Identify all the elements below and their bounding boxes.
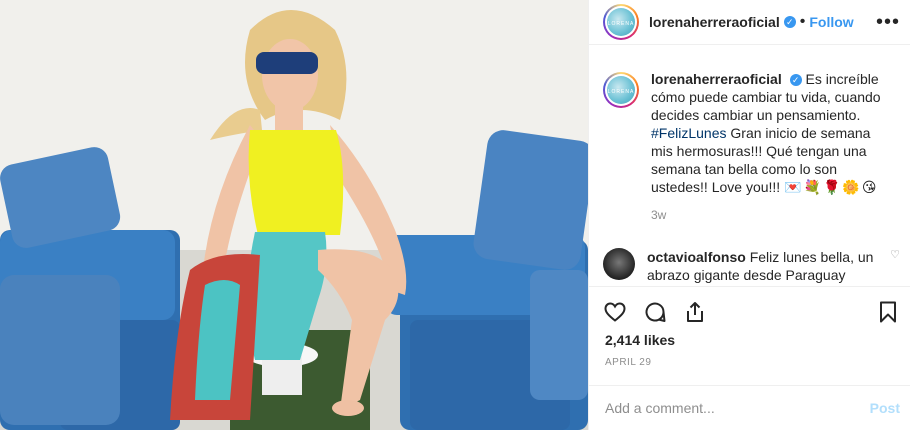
hashtag-link[interactable]: #FelizLunes [651, 125, 727, 141]
bookmark-icon[interactable] [876, 300, 900, 324]
commenter-avatar[interactable] [603, 248, 635, 280]
post-header: LORENA lorenaherreraoficial ✓ • Follow •… [589, 0, 910, 45]
author-avatar[interactable]: LORENA [603, 4, 639, 40]
post-photo[interactable] [0, 0, 588, 430]
more-options-icon[interactable]: ••• [876, 11, 900, 34]
commenter-username[interactable]: octavioalfonso [647, 249, 746, 265]
post-date[interactable]: APRIL 29 [605, 357, 651, 368]
follow-button[interactable]: Follow [809, 14, 853, 30]
comments-section: LORENA lorenaherreraoficial ✓ Es increíb… [589, 70, 910, 286]
comment-icon[interactable] [643, 300, 667, 324]
verified-badge-icon: ✓ [783, 16, 796, 28]
caption-username[interactable]: lorenaherreraoficial [651, 71, 782, 87]
caption-time[interactable]: 3w [651, 206, 891, 224]
separator-dot: • [799, 13, 806, 30]
post-sidebar: LORENA lorenaherreraoficial ✓ • Follow •… [588, 0, 910, 430]
likes-count[interactable]: 2,414 likes [605, 332, 675, 348]
add-comment-input[interactable]: Add a comment... [605, 400, 715, 416]
post-comment-button[interactable]: Post [870, 400, 900, 416]
action-bar [589, 286, 910, 336]
caption-emojis: 💌💐🌹🌼😘 [784, 179, 879, 195]
instagram-post: LORENA lorenaherreraoficial ✓ • Follow •… [0, 0, 910, 430]
author-username[interactable]: lorenaherreraoficial [649, 14, 780, 30]
add-comment-bar: Add a comment... Post [589, 385, 910, 430]
caption-avatar[interactable]: LORENA [603, 72, 639, 108]
verified-badge-icon: ✓ [789, 74, 802, 87]
comment-text: octavioalfonso Feliz lunes bella, un abr… [647, 248, 885, 284]
comment-like-icon[interactable]: ♡ [890, 248, 900, 261]
comment-item: octavioalfonso Feliz lunes bella, un abr… [603, 248, 900, 284]
photo-image [0, 0, 588, 430]
heart-icon[interactable] [603, 300, 627, 324]
caption-text: lorenaherreraoficial ✓ Es increíble cómo… [651, 70, 891, 224]
share-icon[interactable] [683, 300, 707, 324]
caption: LORENA lorenaherreraoficial ✓ Es increíb… [603, 70, 896, 224]
